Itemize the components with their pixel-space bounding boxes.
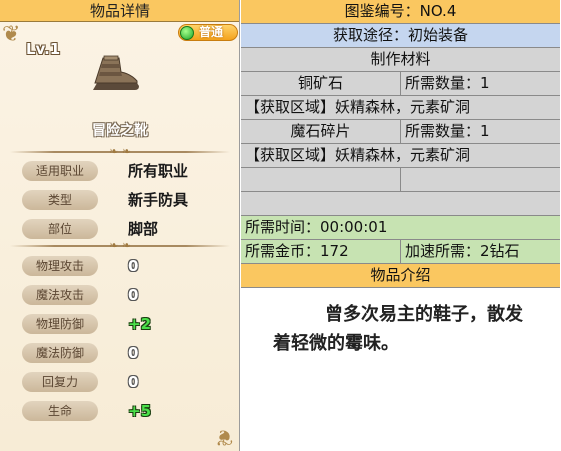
description-box: 曾多次易主的鞋子，散发着轻微的霉味。 — [241, 288, 560, 451]
item-level: Lv.1 — [26, 40, 61, 58]
stat-row-physical-attack: 物理攻击 0 — [0, 256, 239, 276]
item-description: 曾多次易主的鞋子，散发着轻微的霉味。 — [273, 304, 523, 354]
stat-label: 生命 — [22, 401, 98, 421]
stat-label: 魔法防御 — [22, 343, 98, 363]
info-row-slot: 部位 脚部 — [0, 219, 239, 239]
catalog-number: 图鉴编号：NO.4 — [241, 0, 560, 24]
empty-material-row — [241, 168, 560, 192]
materials-header: 制作材料 — [241, 48, 560, 72]
material-row: 铜矿石 所需数量：1 — [241, 72, 560, 96]
info-value: 脚部 — [128, 220, 159, 238]
gold-required: 所需金币：172 — [241, 240, 401, 263]
stat-row-hp: 生命 +5 — [0, 401, 239, 421]
corner-ornament-icon: ❦ — [2, 22, 21, 47]
item-detail-panel: 物品详情 ❦ ❦ 普通 Lv.1 冒险之靴 ❧ ❧ 适用职业 所有职业 类型 新… — [0, 0, 240, 451]
empty-region-row — [241, 192, 560, 216]
section-divider: ❧ ❧ — [0, 146, 239, 158]
cost-row: 所需金币：172 加速所需：2钻石 — [241, 240, 560, 264]
sandal-boot-icon — [93, 55, 139, 90]
stat-value: +2 — [128, 315, 152, 333]
info-label: 适用职业 — [22, 161, 98, 181]
info-value: 所有职业 — [128, 162, 189, 180]
stat-value: +5 — [128, 402, 152, 420]
material-row: 魔石碎片 所需数量：1 — [241, 120, 560, 144]
item-name: 冒险之靴 — [92, 123, 148, 139]
quality-dot-icon — [180, 26, 194, 40]
material-quantity: 所需数量：1 — [405, 74, 490, 92]
stat-row-magic-attack: 魔法攻击 0 — [0, 285, 239, 305]
stat-label: 魔法攻击 — [22, 285, 98, 305]
stat-row-physical-defense: 物理防御 +2 — [0, 314, 239, 334]
stat-label: 物理防御 — [22, 314, 98, 334]
time-required: 所需时间：00:00:01 — [241, 216, 560, 240]
item-detail-title: 物品详情 — [0, 0, 239, 22]
info-label: 部位 — [22, 219, 98, 239]
stat-value: 0 — [128, 257, 139, 275]
section-divider: ❧ ❧ — [0, 240, 239, 252]
quality-badge: 普通 — [178, 24, 238, 41]
acquisition-source: 获取途径：初始装备 — [241, 24, 560, 48]
stat-value: 0 — [128, 373, 139, 391]
item-info-panel: 图鉴编号：NO.4 获取途径：初始装备 制作材料 铜矿石 所需数量：1 【获取区… — [241, 0, 560, 451]
stat-row-recovery: 回复力 0 — [0, 372, 239, 392]
stat-label: 回复力 — [22, 372, 98, 392]
stat-label: 物理攻击 — [22, 256, 98, 276]
speedup-required: 加速所需：2钻石 — [405, 242, 520, 260]
info-value: 新手防具 — [128, 191, 189, 209]
material-name: 魔石碎片 — [241, 120, 401, 143]
info-row-type: 类型 新手防具 — [0, 190, 239, 210]
stat-row-magic-defense: 魔法防御 0 — [0, 343, 239, 363]
material-region: 【获取区域】妖精森林，元素矿洞 — [241, 144, 560, 168]
material-region: 【获取区域】妖精森林，元素矿洞 — [241, 96, 560, 120]
material-quantity: 所需数量：1 — [405, 122, 490, 140]
quality-label: 普通 — [199, 25, 224, 39]
corner-ornament-icon: ❦ — [214, 424, 233, 449]
material-name: 铜矿石 — [241, 72, 401, 95]
stat-value: 0 — [128, 344, 139, 362]
stat-value: 0 — [128, 286, 139, 304]
info-row-class: 适用职业 所有职业 — [0, 161, 239, 181]
description-header: 物品介绍 — [241, 264, 560, 288]
info-label: 类型 — [22, 190, 98, 210]
